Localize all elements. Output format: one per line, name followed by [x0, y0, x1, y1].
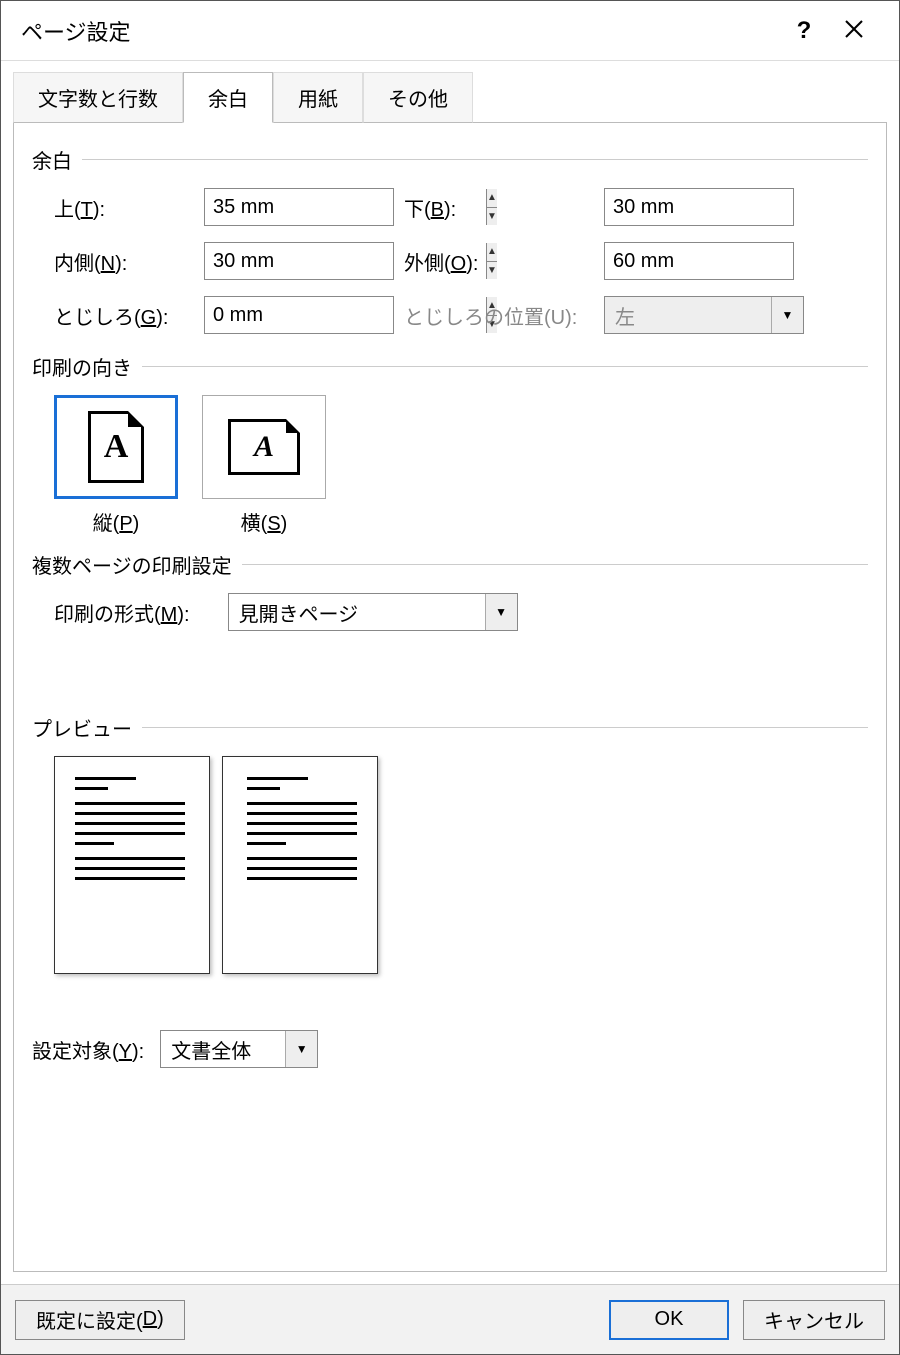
group-multipage-header: 複数ページの印刷設定 — [32, 550, 868, 579]
chevron-down-icon[interactable]: ▼ — [485, 594, 517, 630]
orientation-options: A 縦(P) A 横(S) — [54, 395, 868, 536]
group-margins-header: 余白 — [32, 145, 868, 174]
page-setup-dialog: ページ設定 ? 文字数と行数 余白 用紙 その他 余白 上(T): ▲▼ 下(B… — [0, 0, 900, 1355]
margin-inside-label: 内側(N): — [54, 247, 204, 276]
preview-area — [54, 756, 868, 974]
gutter-pos-combo: 左 ▼ — [604, 296, 804, 334]
cancel-button[interactable]: キャンセル — [743, 1300, 885, 1340]
close-icon — [844, 19, 864, 39]
target-label: 設定対象(Y): — [32, 1035, 144, 1064]
group-orientation-label: 印刷の向き — [32, 352, 132, 381]
group-margins-label: 余白 — [32, 145, 72, 174]
margin-bottom-label: 下(B): — [404, 193, 604, 222]
tab-margins[interactable]: 余白 — [183, 72, 273, 123]
window-title: ページ設定 — [21, 15, 779, 47]
margin-outside-label: 外側(O): — [404, 247, 604, 276]
target-combo[interactable]: 文書全体 ▼ — [160, 1030, 318, 1068]
multipage-label: 印刷の形式(M): — [54, 598, 190, 627]
gutter-label: とじしろ(G): — [54, 301, 204, 330]
margin-top-spinner[interactable]: ▲▼ — [204, 188, 394, 226]
margin-outside-spinner[interactable]: ▲▼ — [604, 242, 794, 280]
group-preview-label: プレビュー — [32, 713, 132, 742]
landscape-label: 横(S) — [202, 507, 326, 536]
chevron-down-icon[interactable]: ▼ — [285, 1031, 317, 1067]
group-orientation-header: 印刷の向き — [32, 352, 868, 381]
group-multipage-label: 複数ページの印刷設定 — [32, 550, 232, 579]
margin-inside-spinner[interactable]: ▲▼ — [204, 242, 394, 280]
dialog-footer: 既定に設定(D) OK キャンセル — [1, 1284, 899, 1354]
tab-paper[interactable]: 用紙 — [273, 72, 363, 123]
group-preview-header: プレビュー — [32, 713, 868, 742]
help-button[interactable]: ? — [779, 17, 829, 45]
preview-page-left — [54, 756, 210, 974]
tabstrip: 文字数と行数 余白 用紙 その他 — [13, 71, 887, 122]
set-default-button[interactable]: 既定に設定(D) — [15, 1300, 185, 1340]
preview-page-right — [222, 756, 378, 974]
chevron-down-icon: ▼ — [771, 297, 803, 333]
multipage-row: 印刷の形式(M): 見開きページ ▼ — [54, 593, 868, 631]
portrait-label: 縦(P) — [54, 507, 178, 536]
margin-top-label: 上(T): — [54, 193, 204, 222]
orientation-landscape[interactable]: A 横(S) — [202, 395, 326, 536]
tab-chars-lines[interactable]: 文字数と行数 — [13, 72, 183, 123]
portrait-page-icon: A — [88, 411, 144, 483]
tab-content: 余白 上(T): ▲▼ 下(B): ▲▼ 内側(N): ▲▼ 外側(O): ▲▼ — [13, 122, 887, 1272]
tab-other[interactable]: その他 — [363, 72, 473, 123]
margins-grid: 上(T): ▲▼ 下(B): ▲▼ 内側(N): ▲▼ 外側(O): ▲▼ とじ… — [54, 188, 868, 334]
target-value: 文書全体 — [161, 1031, 285, 1067]
titlebar: ページ設定 ? — [1, 1, 899, 61]
margin-bottom-input[interactable] — [605, 189, 886, 225]
orientation-portrait[interactable]: A 縦(P) — [54, 395, 178, 536]
target-row: 設定対象(Y): 文書全体 ▼ — [32, 1030, 868, 1068]
gutter-pos-value: 左 — [605, 297, 771, 333]
multipage-value: 見開きページ — [229, 594, 485, 630]
gutter-spinner[interactable]: ▲▼ — [204, 296, 394, 334]
multipage-combo[interactable]: 見開きページ ▼ — [228, 593, 518, 631]
gutter-pos-label: とじしろの位置(U): — [404, 301, 604, 330]
ok-button[interactable]: OK — [609, 1300, 729, 1340]
margin-bottom-spinner[interactable]: ▲▼ — [604, 188, 794, 226]
margin-outside-input[interactable] — [605, 243, 886, 279]
close-button[interactable] — [829, 15, 879, 46]
landscape-page-icon: A — [228, 419, 300, 475]
